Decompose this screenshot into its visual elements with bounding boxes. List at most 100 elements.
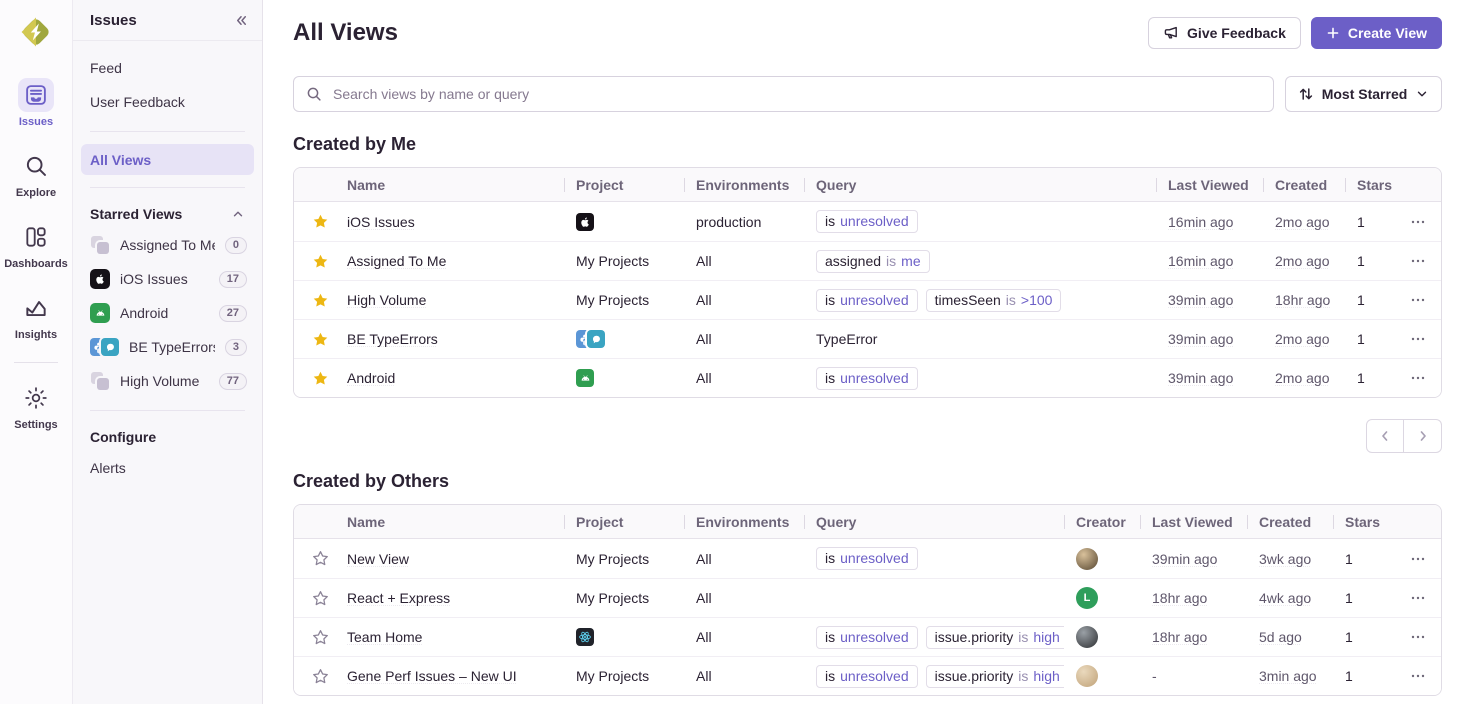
create-view-button[interactable]: Create View [1311,17,1442,49]
query-token: >100 [1021,292,1053,308]
column-header-name: Name [347,514,564,530]
nav-item-dashboards[interactable]: Dashboards [4,220,68,270]
star-filled-icon[interactable] [312,213,329,230]
overflow-menu-icon[interactable] [1406,664,1430,688]
page-header: All Views Give Feedback Create View [293,17,1442,49]
star-outline-icon[interactable] [312,550,329,567]
table-row[interactable]: Gene Perf Issues – New UIMy ProjectsAlli… [294,656,1441,695]
query-token: is [886,253,896,269]
column-header-creator: Creator [1064,514,1140,530]
created-by-me-title: Created by Me [293,134,1442,155]
starred-view-be-typeerrors[interactable]: BE TypeErrors3 [73,330,262,364]
table-row[interactable]: iOS Issuesproductionisunresolved16min ag… [294,202,1441,241]
previous-page-button[interactable] [1366,419,1404,453]
search-input[interactable] [331,85,1261,103]
star-outline-icon[interactable] [312,629,329,646]
star-filled-icon[interactable] [312,253,329,270]
query-chip: isunresolved [816,547,918,570]
environments-cell: All [684,331,804,347]
sidebar-item-all-views[interactable]: All Views [81,144,254,175]
overflow-menu-icon[interactable] [1406,625,1430,649]
next-page-button[interactable] [1404,419,1442,453]
star-filled-icon[interactable] [312,370,329,387]
name-cell: Assigned To Me [347,253,564,269]
nav-item-insights[interactable]: Insights [4,291,68,341]
environments-cell: production [684,214,804,230]
view-name-link[interactable]: Gene Perf Issues – New UI [347,668,517,684]
sidebar-item-alerts[interactable]: Alerts [73,451,262,485]
overflow-menu-icon[interactable] [1406,210,1430,234]
nav-item-explore[interactable]: Explore [4,149,68,199]
starred-views-section-header: Starred Views [73,200,262,228]
star-cell [294,550,347,567]
query-chip: timesSeenis>100 [926,289,1062,312]
star-outline-icon[interactable] [312,668,329,685]
sort-dropdown[interactable]: Most Starred [1285,76,1442,112]
table-row[interactable]: AndroidAllisunresolved39min ago2mo ago1 [294,358,1441,397]
starred-view-assigned-to-me[interactable]: Assigned To Me0 [73,228,262,262]
overflow-menu-icon[interactable] [1406,547,1430,571]
app-logo[interactable] [17,13,55,54]
view-name-link[interactable]: Android [347,370,395,386]
creator-avatar [1076,548,1098,570]
last-viewed-value: 39min ago [1168,331,1233,347]
nav-divider [14,362,58,363]
overflow-menu-icon[interactable] [1406,249,1430,273]
starred-views-section-title: Starred Views [90,206,182,222]
megaphone-icon [1163,25,1179,41]
column-header-last-viewed: Last Viewed [1140,514,1247,530]
overflow-menu-icon[interactable] [1406,586,1430,610]
last-viewed-value: 39min ago [1168,370,1233,386]
table-row[interactable]: High VolumeMy ProjectsAllisunresolvedtim… [294,280,1441,319]
nav-item-label: Settings [14,419,57,431]
last-viewed-cell: 39min ago [1156,370,1263,386]
star-filled-icon[interactable] [312,292,329,309]
view-name-link[interactable]: Assigned To Me [347,253,446,269]
sidebar-item-feed[interactable]: Feed [73,51,262,85]
table-row[interactable]: Assigned To MeMy ProjectsAllassignedisme… [294,241,1441,280]
collapse-starred-views-button[interactable] [231,207,245,221]
last-viewed-cell: 39min ago [1156,292,1263,308]
starred-view-ios-issues[interactable]: iOS Issues17 [73,262,262,296]
actions-cell [1394,366,1441,390]
table-row[interactable]: Team HomeAllisunresolvedissue.priorityis… [294,617,1441,656]
view-name-link[interactable]: New View [347,551,409,567]
nav-item-settings[interactable]: Settings [4,381,68,431]
table-row[interactable]: New ViewMy ProjectsAllisunresolved39min … [294,539,1441,578]
query-token: is [825,629,835,645]
starred-view-high-volume[interactable]: High Volume77 [73,364,262,398]
sidebar-item-user-feedback[interactable]: User Feedback [73,85,262,119]
name-cell: Android [347,370,564,386]
last-viewed-cell: 39min ago [1156,331,1263,347]
created-value: 3min ago [1259,668,1317,684]
give-feedback-button[interactable]: Give Feedback [1148,17,1301,49]
overflow-menu-icon[interactable] [1406,288,1430,312]
collapse-sidebar-button[interactable] [234,13,249,28]
view-name-link[interactable]: High Volume [347,292,426,308]
last-viewed-cell: - [1140,668,1247,684]
star-outline-icon[interactable] [312,590,329,607]
nav-item-issues[interactable]: Issues [4,78,68,128]
view-name-link[interactable]: iOS Issues [347,214,415,230]
apple-project-icon [576,213,594,231]
project-cell: My Projects [564,292,684,308]
starred-view-android[interactable]: Android27 [73,296,262,330]
environments-cell: All [684,292,804,308]
table-row[interactable]: BE TypeErrorsAllTypeError39min ago2mo ag… [294,319,1441,358]
star-filled-icon[interactable] [312,331,329,348]
query-cell: isunresolvedissue.priorityishigh [804,665,1064,688]
view-name-link[interactable]: BE TypeErrors [347,331,438,347]
sort-arrows-icon [1298,86,1314,102]
table-row[interactable]: React + ExpressMy ProjectsAllL18hr ago4w… [294,578,1441,617]
created-value: 3wk ago [1259,551,1311,567]
created-by-others-table: NameProjectEnvironmentsQueryCreatorLast … [293,504,1442,696]
search-icon [306,86,322,102]
overflow-menu-icon[interactable] [1406,327,1430,351]
view-name-link[interactable]: Team Home [347,629,422,645]
nav-item-label: Issues [19,116,53,128]
view-name-link[interactable]: React + Express [347,590,450,606]
name-cell: BE TypeErrors [347,331,564,347]
overflow-menu-icon[interactable] [1406,366,1430,390]
column-header-stars: Stars [1345,177,1394,193]
search-box [293,76,1274,112]
